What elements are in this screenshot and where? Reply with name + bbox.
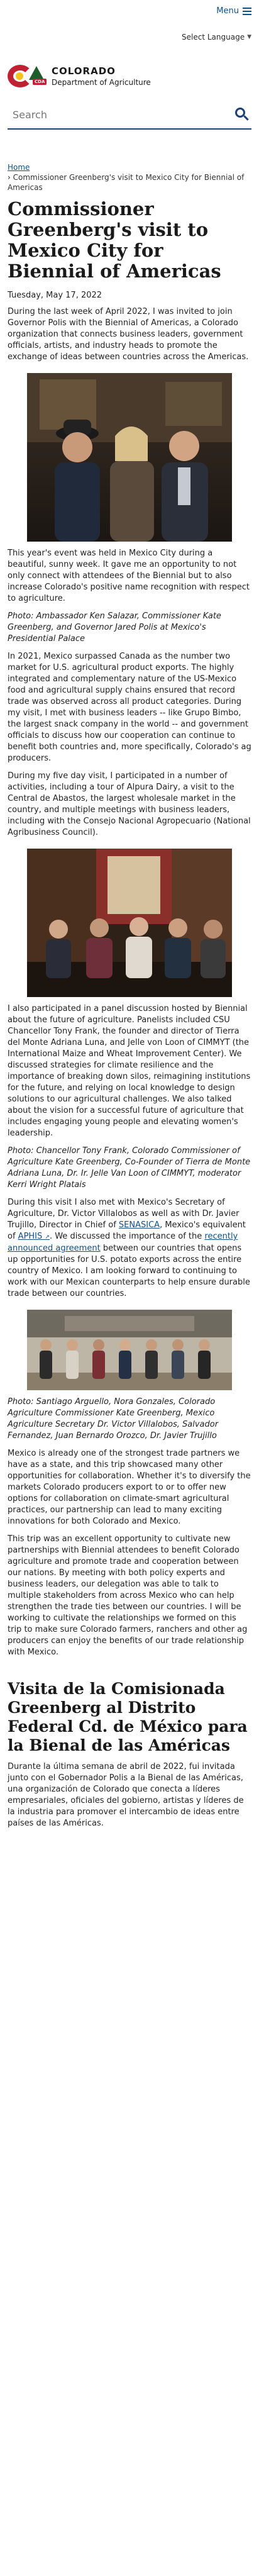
- external-link-icon: ↗: [45, 1234, 50, 1241]
- language-select[interactable]: Select Language ▼: [182, 33, 251, 42]
- paragraph-partnership: Mexico is already one of the strongest t…: [8, 1449, 251, 1526]
- site-logo[interactable]: CDA COLORADO Department of Agriculture: [0, 55, 259, 97]
- language-label: Select Language: [182, 33, 245, 42]
- breadcrumb: Home › Commissioner Greenberg's visit to…: [8, 162, 251, 192]
- breadcrumb-current: Commissioner Greenberg's visit to Mexico…: [8, 173, 245, 192]
- search-input[interactable]: [8, 108, 196, 121]
- paragraph-trade: In 2021, Mexico surpassed Canada as the …: [8, 652, 251, 763]
- photo-caption-2: Photo: Chancellor Tony Frank, Colorado C…: [8, 1146, 251, 1190]
- menu-label: Menu: [216, 6, 239, 16]
- breadcrumb-home-link[interactable]: Home: [8, 163, 30, 172]
- paragraph-intro: During the last week of April 2022, I wa…: [8, 307, 249, 362]
- paragraph-meetings: During this visit I also met with Mexico…: [8, 1198, 250, 1298]
- photo-agriculture-meeting: [27, 1310, 232, 1390]
- language-row: Select Language ▼: [0, 23, 259, 55]
- paragraph-conclusion: This trip was an excellent opportunity t…: [8, 1534, 248, 1657]
- photo-presidential-palace: [27, 373, 232, 542]
- publish-date: Tuesday, May 17, 2022: [8, 291, 102, 300]
- photo-panel-discussion: [27, 849, 232, 997]
- menu-button[interactable]: Menu: [216, 6, 251, 16]
- paragraph-event: This year's event was held in Mexico Cit…: [8, 549, 250, 603]
- spanish-paragraph-intro: Durante la última semana de abril de 202…: [8, 1762, 244, 1828]
- search-icon[interactable]: [235, 108, 249, 121]
- photo-caption-1: Photo: Ambassador Ken Salazar, Commissio…: [8, 611, 221, 644]
- logo-department: Department of Agriculture: [52, 78, 151, 87]
- hamburger-icon: [243, 7, 251, 15]
- photo-caption-3: Photo: Santiago Arguello, Nora Gonzales,…: [8, 1397, 219, 1441]
- page-title: Commissioner Greenberg's visit to Mexico…: [8, 198, 221, 282]
- colorado-logo-icon: CDA: [8, 64, 47, 89]
- paragraph-panel: I also participated in a panel discussio…: [8, 1004, 251, 1138]
- search-bar: [8, 101, 251, 130]
- chevron-down-icon: ▼: [247, 34, 251, 40]
- paragraph-activities: During my five day visit, I participated…: [8, 771, 251, 837]
- main-content: Home › Commissioner Greenberg's visit to…: [0, 162, 259, 1829]
- logo-state: COLORADO: [52, 65, 116, 77]
- breadcrumb-separator: ›: [8, 173, 11, 182]
- top-bar: Menu: [0, 0, 259, 23]
- senasica-link[interactable]: SENASICA: [119, 1220, 160, 1230]
- aphis-link[interactable]: APHIS ↗: [18, 1232, 50, 1241]
- spanish-title: Visita de la Comisionada Greenberg al Di…: [8, 1680, 248, 1754]
